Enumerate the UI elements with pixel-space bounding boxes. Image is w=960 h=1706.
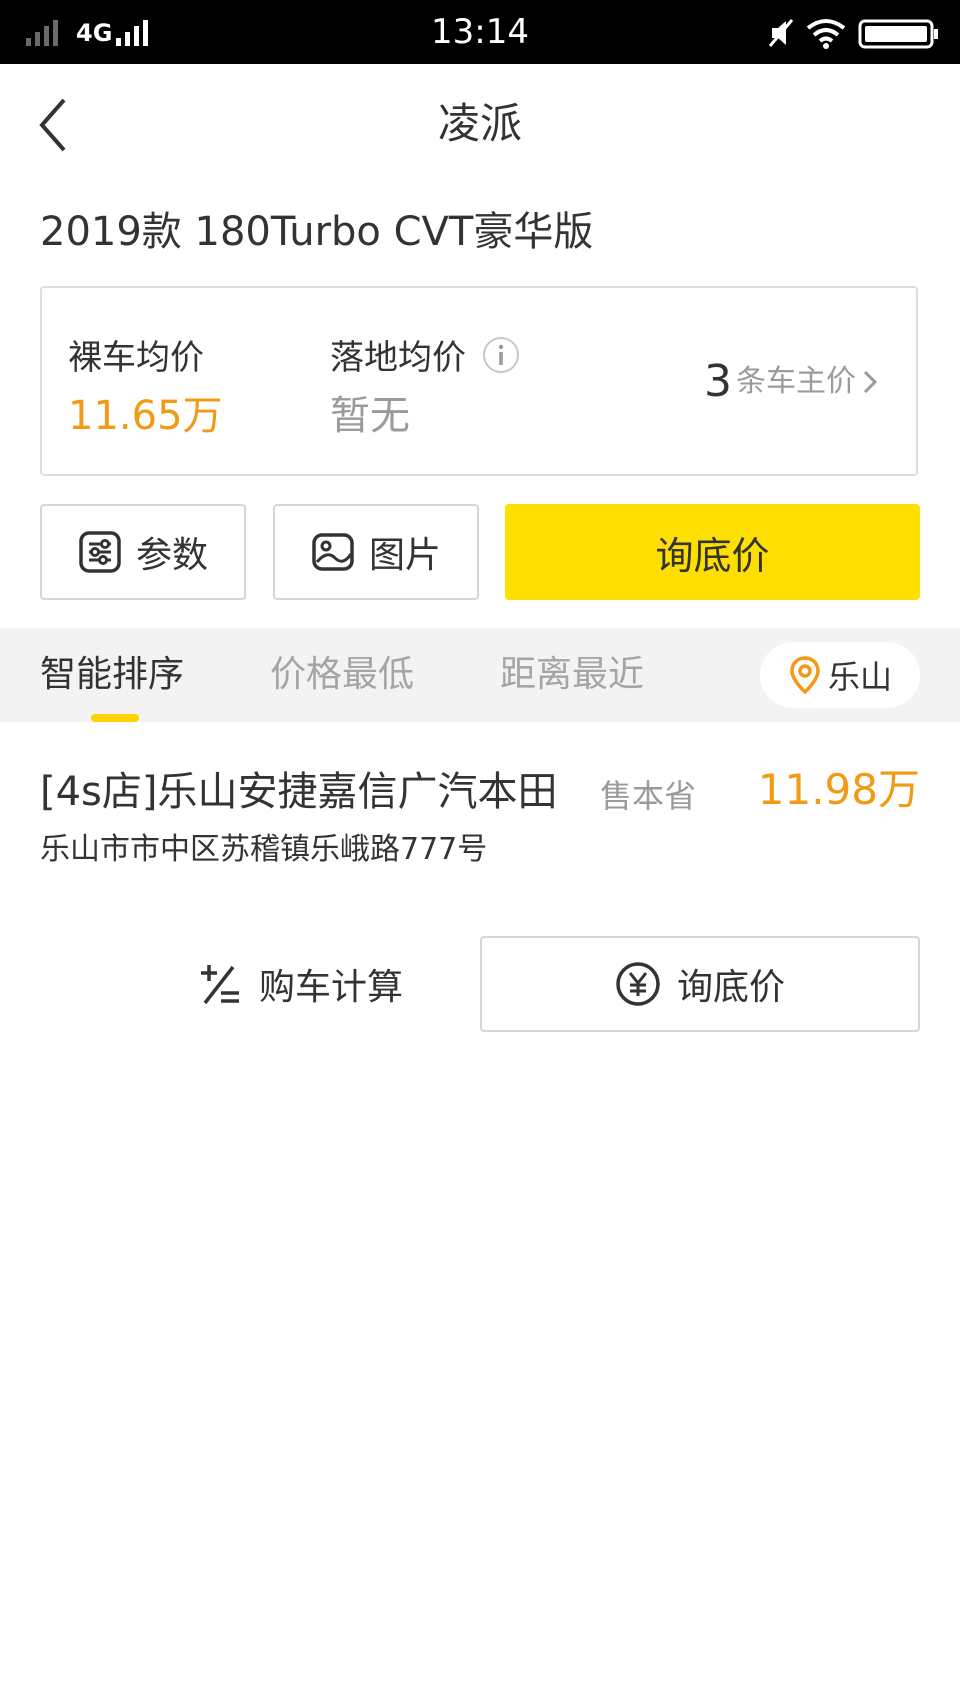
price-card: 裸车均价 11.65万 落地均价 暂无 3 条车主价: [40, 286, 918, 476]
dealer-sales-region-tag: 售本省: [600, 777, 697, 815]
city-selector[interactable]: 乐山: [760, 642, 920, 708]
city-name: 乐山: [827, 658, 892, 696]
info-icon[interactable]: [482, 336, 520, 374]
wifi-icon: [806, 19, 846, 49]
status-icons: [768, 16, 940, 50]
purchase-calculator-label: 购车计算: [258, 967, 403, 1008]
photos-button[interactable]: 图片: [273, 504, 479, 600]
bare-price-label: 裸车均价: [68, 338, 204, 378]
status-bar: 4G 13:14: [0, 0, 960, 64]
sort-tab-smart[interactable]: 智能排序: [40, 650, 184, 700]
purchase-calculator-button[interactable]: 购车计算: [150, 936, 450, 1032]
battery-icon: [858, 19, 938, 49]
model-name: 2019款 180Turbo CVT豪华版: [40, 209, 594, 255]
photos-button-label: 图片: [368, 535, 441, 576]
dealer-address: 乐山市市中区苏稽镇乐峨路777号: [40, 832, 488, 867]
landed-price-label: 落地均价: [330, 338, 466, 378]
dealer-inquiry-button[interactable]: 询底价: [480, 936, 920, 1032]
sliders-icon: [79, 531, 121, 573]
page-title: 凌派: [437, 99, 522, 148]
owner-price-count: 3: [704, 356, 732, 407]
dealer-inquiry-label: 询底价: [676, 967, 785, 1008]
calculator-icon: [200, 965, 239, 1005]
inquiry-price-button[interactable]: 询底价: [505, 504, 920, 600]
params-button-label: 参数: [135, 535, 208, 576]
inquiry-price-button-label: 询底价: [655, 533, 770, 578]
yuan-icon: [616, 962, 660, 1006]
params-button[interactable]: 参数: [40, 504, 246, 600]
landed-price-value: 暂无: [330, 393, 410, 439]
sort-tab-distance-nearest[interactable]: 距离最近: [500, 650, 644, 700]
image-icon: [312, 533, 354, 571]
mute-icon: [768, 19, 794, 47]
bare-price-value: 11.65万: [68, 393, 223, 439]
sort-tab-price-lowest[interactable]: 价格最低: [270, 650, 414, 700]
dealer-price: 11.98万: [757, 765, 920, 814]
chevron-right-icon: [863, 370, 878, 394]
location-pin-icon: [790, 656, 820, 695]
dealer-name[interactable]: [4s店]乐山安捷嘉信广汽本田: [40, 764, 558, 820]
active-tab-indicator: [91, 714, 139, 722]
nav-bar: 凌派: [0, 64, 960, 184]
owner-price-link[interactable]: 3 条车主价: [704, 356, 880, 408]
owner-price-text: 条车主价: [736, 364, 856, 399]
sort-bar: 智能排序 价格最低 距离最近 乐山: [0, 628, 960, 722]
